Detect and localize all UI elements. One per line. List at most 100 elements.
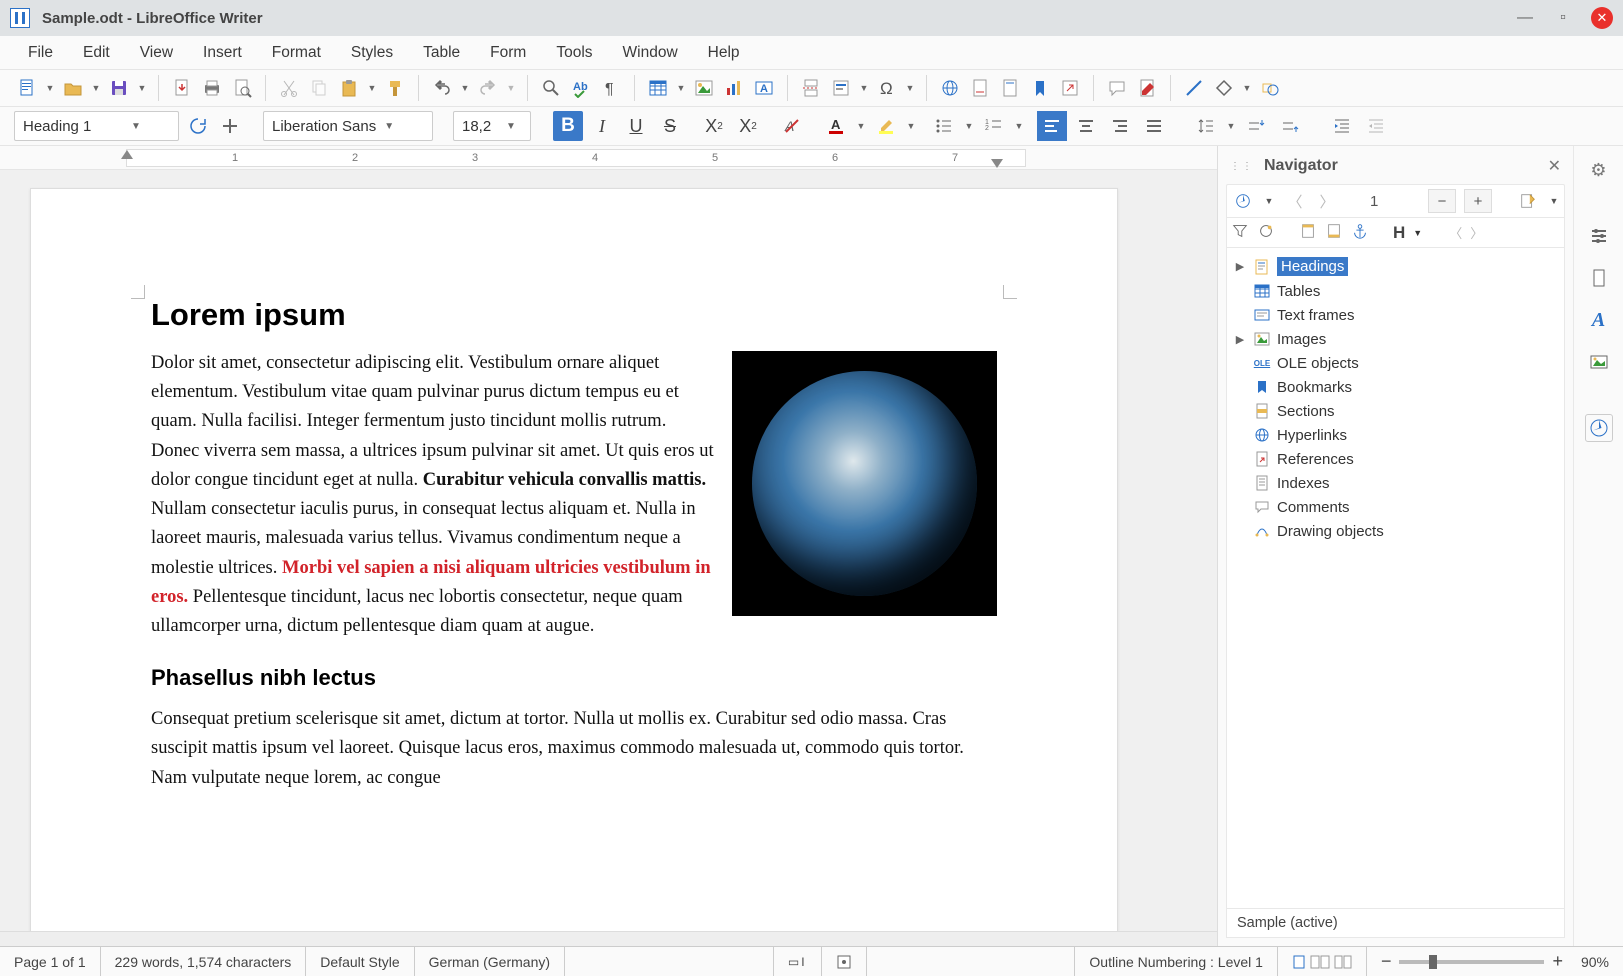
- tree-item-bookmarks[interactable]: Bookmarks: [1231, 375, 1560, 399]
- anchor-button[interactable]: [1351, 222, 1369, 243]
- menu-table[interactable]: Table: [409, 40, 474, 66]
- insert-table-dropdown[interactable]: ▼: [675, 74, 687, 102]
- basic-shapes-dropdown[interactable]: ▼: [1241, 74, 1253, 102]
- find-replace-button[interactable]: [538, 74, 564, 102]
- content-view-dropdown[interactable]: ▼: [1548, 189, 1560, 213]
- menu-form[interactable]: Form: [476, 40, 540, 66]
- tree-item-tables[interactable]: Tables: [1231, 279, 1560, 303]
- tree-item-images[interactable]: ▶Images: [1231, 327, 1560, 351]
- sidebar-properties-tab[interactable]: [1585, 222, 1613, 250]
- export-pdf-button[interactable]: [169, 74, 195, 102]
- status-wordcount[interactable]: 229 words, 1,574 characters: [101, 947, 307, 976]
- hyperlink-button[interactable]: [937, 74, 963, 102]
- heading-levels-button[interactable]: H: [1393, 223, 1405, 243]
- increase-indent-button[interactable]: [1327, 111, 1357, 141]
- insert-image-button[interactable]: [691, 74, 717, 102]
- menu-tools[interactable]: Tools: [542, 40, 606, 66]
- font-name-combo[interactable]: Liberation Sans ▼: [263, 111, 433, 141]
- sidebar-gallery-tab[interactable]: [1585, 348, 1613, 376]
- clone-formatting-button[interactable]: [382, 74, 408, 102]
- number-list-dropdown[interactable]: ▼: [1013, 112, 1025, 140]
- embedded-image-earth[interactable]: [732, 351, 997, 616]
- increase-spacing-button[interactable]: [1241, 111, 1271, 141]
- page-plus-button[interactable]: +: [1464, 189, 1492, 213]
- zoom-slider[interactable]: [1399, 960, 1544, 964]
- endnote-button[interactable]: [997, 74, 1023, 102]
- insert-table-button[interactable]: [645, 74, 671, 102]
- tree-item-ole[interactable]: OLEOLE objects: [1231, 351, 1560, 375]
- spellcheck-button[interactable]: Ab: [568, 74, 594, 102]
- reminder-button[interactable]: [1257, 222, 1275, 243]
- tree-item-sections[interactable]: Sections: [1231, 399, 1560, 423]
- navigator-footer-combo[interactable]: Sample (active): [1226, 909, 1565, 938]
- page-number-input[interactable]: [1370, 189, 1420, 213]
- status-view-layout[interactable]: [1278, 947, 1367, 976]
- subscript-button[interactable]: X2: [733, 111, 763, 141]
- new-doc-dropdown[interactable]: ▼: [44, 74, 56, 102]
- line-spacing-button[interactable]: [1191, 111, 1221, 141]
- page[interactable]: Lorem ipsum Dolor sit amet, consectetur …: [30, 188, 1118, 931]
- clear-formatting-button[interactable]: A: [777, 111, 807, 141]
- tree-item-textframes[interactable]: Text frames: [1231, 303, 1560, 327]
- tree-item-headings[interactable]: ▶Headings: [1231, 254, 1560, 279]
- tree-item-comments[interactable]: Comments: [1231, 495, 1560, 519]
- insert-field-dropdown[interactable]: ▼: [858, 74, 870, 102]
- paragraph-style-combo[interactable]: Heading 1 ▼: [14, 111, 179, 141]
- indent-marker-right[interactable]: [991, 159, 1003, 168]
- sidebar-navigator-tab[interactable]: [1585, 414, 1613, 442]
- zoom-value[interactable]: 90%: [1581, 954, 1609, 970]
- bullet-list-button[interactable]: [929, 111, 959, 141]
- content-view-button[interactable]: [1516, 189, 1540, 213]
- redo-dropdown[interactable]: ▼: [505, 74, 517, 102]
- align-right-button[interactable]: [1105, 111, 1135, 141]
- menu-edit[interactable]: Edit: [69, 40, 124, 66]
- status-insert-mode[interactable]: ▭I: [774, 947, 822, 976]
- number-list-button[interactable]: 12: [979, 111, 1009, 141]
- document-scroll[interactable]: Lorem ipsum Dolor sit amet, consectetur …: [0, 170, 1217, 931]
- nav-mode-button[interactable]: [1231, 189, 1255, 213]
- horizontal-ruler[interactable]: 1 2 3 4 5 6 7: [0, 146, 1217, 170]
- footnote-button[interactable]: [967, 74, 993, 102]
- menu-help[interactable]: Help: [694, 40, 754, 66]
- superscript-button[interactable]: X2: [699, 111, 729, 141]
- menu-window[interactable]: Window: [609, 40, 692, 66]
- print-preview-button[interactable]: [229, 74, 255, 102]
- undo-button[interactable]: [429, 74, 455, 102]
- filter-icon[interactable]: [1231, 222, 1249, 243]
- status-page[interactable]: Page 1 of 1: [0, 947, 101, 976]
- horizontal-scrollbar[interactable]: [0, 931, 1217, 946]
- copy-button[interactable]: [306, 74, 332, 102]
- minimize-button[interactable]: —: [1515, 8, 1535, 28]
- align-left-button[interactable]: [1037, 111, 1067, 141]
- document-heading-1[interactable]: Lorem ipsum: [151, 297, 997, 333]
- menu-styles[interactable]: Styles: [337, 40, 407, 66]
- page-minus-button[interactable]: −: [1428, 189, 1456, 213]
- insert-chart-button[interactable]: [721, 74, 747, 102]
- insert-symbol-dropdown[interactable]: ▼: [904, 74, 916, 102]
- font-color-button[interactable]: A: [821, 111, 851, 141]
- tree-item-indexes[interactable]: Indexes: [1231, 471, 1560, 495]
- tree-item-references[interactable]: References: [1231, 447, 1560, 471]
- track-changes-button[interactable]: [1134, 74, 1160, 102]
- sidebar-page-tab[interactable]: [1585, 264, 1613, 292]
- open-button[interactable]: [60, 74, 86, 102]
- tree-item-drawing[interactable]: Drawing objects: [1231, 519, 1560, 543]
- highlight-button[interactable]: [871, 111, 901, 141]
- tree-item-hyperlinks[interactable]: Hyperlinks: [1231, 423, 1560, 447]
- decrease-spacing-button[interactable]: [1275, 111, 1305, 141]
- indent-marker-left[interactable]: [121, 150, 133, 159]
- menu-file[interactable]: File: [14, 40, 67, 66]
- document-heading-2[interactable]: Phasellus nibh lectus: [151, 665, 997, 691]
- maximize-button[interactable]: ▫: [1553, 8, 1573, 28]
- align-center-button[interactable]: [1071, 111, 1101, 141]
- insert-symbol-button[interactable]: Ω: [874, 74, 900, 102]
- status-language[interactable]: German (Germany): [415, 947, 565, 976]
- zoom-out-button[interactable]: −: [1381, 951, 1392, 972]
- insert-field-button[interactable]: [828, 74, 854, 102]
- menu-format[interactable]: Format: [258, 40, 335, 66]
- footer-button[interactable]: [1325, 222, 1343, 243]
- sidebar-styles-tab[interactable]: A: [1585, 306, 1613, 334]
- highlight-dropdown[interactable]: ▼: [905, 112, 917, 140]
- save-button[interactable]: [106, 74, 132, 102]
- status-outline[interactable]: Outline Numbering : Level 1: [1075, 947, 1278, 976]
